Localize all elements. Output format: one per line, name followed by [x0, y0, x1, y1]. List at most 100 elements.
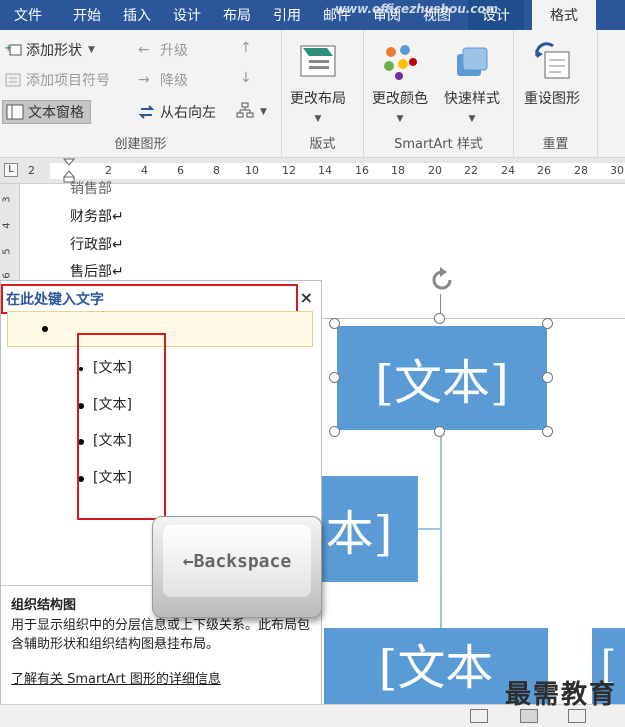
- backspace-key-label: ←Backspace: [182, 550, 292, 572]
- smartart-text-pane[interactable]: 在此处键入文字 × [文本] [文本] [文本] [文本] 组织结构图 用于显示…: [0, 280, 322, 710]
- bullet-icon: [42, 326, 48, 332]
- layout-icon: [297, 40, 339, 82]
- text-pane-button[interactable]: 文本窗格: [2, 100, 91, 124]
- resize-handle[interactable]: [542, 318, 553, 329]
- ribbon: + 添加形状 ▼ 添加项目符号 文本窗格 ← 升级 → 降级 从右向左 ↑ ↓ …: [0, 30, 625, 158]
- resize-handle[interactable]: [329, 372, 340, 383]
- ruler-tick: 30: [610, 164, 624, 177]
- add-shape-icon: +: [4, 42, 22, 58]
- learn-more-link[interactable]: 了解有关 SmartArt 图形的详细信息: [11, 668, 311, 687]
- group-label-reset: 重置: [542, 137, 569, 152]
- arrow-up-icon: ↑: [240, 40, 252, 56]
- smartart-top-box[interactable]: [文本]: [337, 326, 547, 430]
- ribbon-tab-bar: 文件 开始 插入 设计 布局 引用 邮件 审阅 视图 设计 格式: [0, 0, 625, 30]
- group-label-create-graphic: 创建图形: [114, 137, 167, 152]
- ruler-tick: 4: [141, 164, 148, 177]
- close-icon[interactable]: ×: [300, 288, 313, 307]
- ruler-tick: 2: [105, 164, 112, 177]
- org-chart-icon: [236, 102, 254, 122]
- promote-button[interactable]: ← 升级: [138, 40, 188, 60]
- group-label-smartart-styles: SmartArt 样式: [394, 137, 483, 152]
- right-to-left-button[interactable]: 从右向左: [138, 102, 216, 122]
- read-mode-icon[interactable]: [470, 709, 488, 723]
- ruler-tick: 24: [501, 164, 515, 177]
- change-layout-button[interactable]: 更改布局 ▼: [290, 40, 346, 124]
- ruler-tick: 6: [177, 164, 184, 177]
- group-reset: 重设图形 重置: [514, 30, 598, 158]
- add-bullet-button[interactable]: 添加项目符号: [4, 70, 110, 90]
- document-line[interactable]: 财务部↵: [70, 206, 124, 226]
- palette-icon: [379, 40, 421, 82]
- swap-arrows-icon: [138, 104, 156, 120]
- reset-icon: [531, 40, 573, 82]
- ruler-tick: 26: [537, 164, 551, 177]
- resize-handle[interactable]: [329, 318, 340, 329]
- resize-handle[interactable]: [542, 372, 553, 383]
- arrow-left-icon: ←: [138, 42, 150, 58]
- resize-handle[interactable]: [329, 426, 340, 437]
- tab-file[interactable]: 文件: [0, 0, 62, 30]
- chevron-down-icon: ▼: [396, 114, 404, 124]
- text-pane-icon: [6, 104, 24, 120]
- tab-format[interactable]: 格式: [532, 0, 596, 30]
- ruler-tick: 12: [282, 164, 296, 177]
- ruler-tick: 14: [318, 164, 332, 177]
- group-create-graphic: + 添加形状 ▼ 添加项目符号 文本窗格 ← 升级 → 降级 从右向左 ↑ ↓ …: [0, 30, 282, 158]
- vruler-tick: 5: [1, 248, 13, 255]
- resize-handle[interactable]: [434, 426, 445, 437]
- smartart-rotate-icon[interactable]: [428, 266, 456, 294]
- document-line[interactable]: 行政部↵: [70, 234, 124, 254]
- ruler-tick: 2: [28, 164, 35, 177]
- demote-button[interactable]: → 降级: [138, 70, 188, 90]
- ruler-tick: 20: [428, 164, 442, 177]
- quick-styles-button[interactable]: 快速样式 ▼: [444, 40, 500, 124]
- chevron-down-icon: ▼: [314, 114, 322, 124]
- tab-home[interactable]: 开始: [62, 0, 112, 30]
- ruler-tick: 10: [245, 164, 259, 177]
- layout-org-button[interactable]: ▼: [236, 102, 267, 122]
- resize-handle[interactable]: [542, 426, 553, 437]
- vruler-tick: 4: [1, 222, 13, 229]
- ruler-tick: 16: [355, 164, 369, 177]
- tab-references[interactable]: 引用: [262, 0, 312, 30]
- document-line[interactable]: 售后部↵: [70, 261, 124, 281]
- chevron-down-icon: ▼: [260, 107, 267, 117]
- highlight-rectangle: [77, 333, 166, 520]
- vruler-tick: 3: [1, 196, 13, 203]
- group-layouts: 更改布局 ▼ 版式: [282, 30, 364, 158]
- vertical-ruler[interactable]: 3 4 5 6: [0, 184, 20, 284]
- ruler-tick: 28: [574, 164, 588, 177]
- ruler-tick: 22: [464, 164, 478, 177]
- ruler-tick: 18: [391, 164, 405, 177]
- add-shape-button[interactable]: + 添加形状 ▼: [4, 40, 95, 60]
- tab-stop-selector[interactable]: L: [4, 163, 18, 177]
- arrow-right-icon: →: [138, 72, 150, 88]
- web-layout-icon[interactable]: [568, 709, 586, 723]
- arrow-down-icon: ↓: [240, 70, 252, 86]
- reset-graphic-button[interactable]: 重设图形: [524, 40, 580, 108]
- watermark-url: www.officezhushou.com: [335, 2, 499, 16]
- print-layout-icon[interactable]: [520, 709, 538, 723]
- vruler-tick: 6: [1, 272, 13, 279]
- text-pane-title: 在此处键入文字: [1, 284, 298, 314]
- group-smartart-styles: 更改颜色 ▼ 快速样式 ▼ SmartArt 样式: [364, 30, 514, 158]
- connector-line: [440, 432, 442, 628]
- move-down-button[interactable]: ↓: [240, 70, 252, 86]
- tab-layout[interactable]: 布局: [212, 0, 262, 30]
- svg-text:+: +: [4, 43, 12, 54]
- tab-insert[interactable]: 插入: [112, 0, 162, 30]
- ruler-tick: 8: [213, 164, 220, 177]
- chevron-down-icon: ▼: [468, 114, 476, 124]
- chevron-down-icon: ▼: [88, 45, 95, 55]
- resize-handle[interactable]: [434, 313, 445, 324]
- group-label-layouts: 版式: [309, 137, 336, 152]
- backspace-key-overlay: ←Backspace: [152, 516, 322, 618]
- add-bullet-icon: [4, 72, 22, 88]
- layout-description: 用于显示组织中的分层信息或上下级关系。此布局包含辅助形状和组织结构图悬挂布局。: [11, 618, 311, 652]
- document-line-cut[interactable]: 销售部: [70, 178, 112, 198]
- change-colors-button[interactable]: 更改颜色 ▼: [372, 40, 428, 124]
- watermark-logo: 最需教育: [504, 680, 617, 710]
- move-up-button[interactable]: ↑: [240, 40, 252, 56]
- connector-line: [418, 528, 442, 530]
- tab-design[interactable]: 设计: [162, 0, 212, 30]
